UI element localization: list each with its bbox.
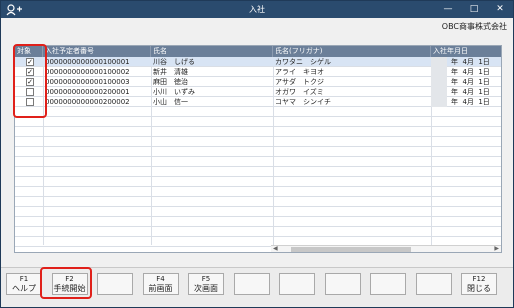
scroll-right-icon[interactable]: ▶ — [494, 245, 499, 252]
empty-row — [15, 177, 501, 187]
fkey-label: 閉じる — [467, 284, 491, 293]
company-name: OBC商事株式会社 — [441, 22, 507, 31]
cell-date: 年 4月 1日 — [451, 98, 490, 106]
cell-kana: オガワ イズミ — [275, 88, 324, 96]
empty-row — [15, 167, 501, 177]
horizontal-scrollbar[interactable]: ◀ ▶ — [271, 245, 501, 252]
fkey-empty-button[interactable] — [324, 273, 361, 295]
fkey-f1-button[interactable]: F1 ヘルプ — [6, 273, 42, 295]
date-era-cell — [431, 87, 447, 97]
cell-name: 小山 信一 — [153, 98, 188, 106]
target-column-highlight — [13, 44, 47, 118]
cell-date: 年 4月 1日 — [451, 58, 490, 66]
cell-date: 年 4月 1日 — [451, 68, 490, 76]
fkey-label: 前画面 — [148, 284, 173, 293]
empty-row — [15, 117, 501, 127]
fkey-label: ヘルプ — [12, 284, 36, 293]
fkey-code: F12 — [472, 275, 486, 283]
empty-row — [15, 127, 501, 137]
col-header-number[interactable]: 入社予定者番号 — [43, 46, 151, 57]
cell-kana: アライ キヨオ — [275, 68, 324, 76]
cell-name: 麻田 徳治 — [153, 78, 188, 86]
empty-row — [15, 227, 501, 237]
date-era-cell — [431, 97, 447, 107]
empty-row — [15, 137, 501, 147]
fkey-empty-button[interactable] — [415, 273, 452, 295]
fkey-code: F5 — [201, 275, 211, 283]
cell-number: 0000000000000100001 — [45, 58, 130, 66]
fkey-empty-button[interactable] — [233, 273, 270, 295]
col-header-date[interactable]: 入社年月日 — [431, 46, 501, 57]
cell-number: 0000000000000100002 — [45, 68, 130, 76]
empty-row — [15, 147, 501, 157]
empty-row — [15, 107, 501, 117]
cell-name: 小川 いずみ — [153, 88, 195, 96]
empty-row — [15, 187, 501, 197]
empty-row — [15, 157, 501, 167]
cell-name: 川谷 しげる — [153, 58, 195, 66]
start-procedure-highlight — [40, 267, 92, 299]
minimize-button[interactable]: — — [437, 1, 459, 18]
cell-number: 0000000000000200001 — [45, 88, 130, 96]
scrollbar-thumb[interactable] — [291, 247, 411, 252]
scroll-left-icon[interactable]: ◀ — [273, 245, 278, 252]
table-row[interactable]: ✓ 0000000000000100003 麻田 徳治 アサダ トクジ年 4月 1日 — [15, 77, 501, 87]
maximize-button[interactable]: □ — [463, 1, 485, 18]
cell-number: 0000000000000200002 — [45, 98, 130, 106]
cell-date: 年 4月 1日 — [451, 78, 490, 86]
empty-row — [15, 217, 501, 227]
fkey-code: F1 — [19, 275, 29, 283]
date-era-cell — [431, 67, 447, 77]
close-button[interactable]: ✕ — [489, 1, 511, 18]
col-header-name[interactable]: 氏名 — [151, 46, 273, 57]
cell-name: 新井 清雄 — [153, 68, 188, 76]
table-row[interactable]: ✓ 0000000000000100001 川谷 しげる カワタニ シゲル年 4月 1… — [15, 57, 501, 67]
date-era-cell — [431, 57, 447, 67]
fkey-f5-button[interactable]: F5 次画面 — [188, 273, 224, 295]
main-window: 入社 — □ ✕ OBC商事株式会社 対象 入社予定者番号 氏名 氏名(フリガナ… — [0, 0, 514, 308]
fkey-code: F4 — [156, 275, 165, 283]
fkey-f12-button[interactable]: F12 閉じる — [461, 273, 497, 295]
cell-date: 年 4月 1日 — [451, 88, 490, 96]
fkey-f4-button[interactable]: F4 前画面 — [142, 273, 179, 295]
title-bar: 入社 — □ ✕ — [1, 1, 513, 18]
empty-row — [15, 197, 501, 207]
empty-row — [15, 207, 501, 217]
col-header-kana[interactable]: 氏名(フリガナ) — [273, 46, 431, 57]
table-row[interactable]: ✓ 0000000000000100002 新井 清雄 アライ キヨオ年 4月 1日 — [15, 67, 501, 77]
cell-number: 0000000000000100003 — [45, 78, 130, 86]
cell-kana: アサダ トクジ — [275, 78, 324, 86]
cell-kana: コヤマ シンイチ — [275, 98, 331, 106]
fkey-empty-button[interactable] — [97, 273, 133, 295]
fkey-label: 次画面 — [194, 284, 218, 293]
fkey-empty-button[interactable] — [370, 273, 406, 295]
table-row[interactable]: 0000000000000200001 小川 いずみ オガワ イズミ 年 4月 1日 — [15, 87, 501, 97]
cell-kana: カワタニ シゲル — [275, 58, 331, 66]
fkey-empty-button[interactable] — [279, 273, 315, 295]
table-row[interactable]: 0000000000000200002 小山 信一 コヤマ シンイチ 年 4月 1日 — [15, 97, 501, 107]
date-era-cell — [431, 77, 447, 87]
employee-grid: 対象 入社予定者番号 氏名 氏名(フリガナ) 入社年月日 ✓ 0000000000… — [14, 45, 502, 253]
